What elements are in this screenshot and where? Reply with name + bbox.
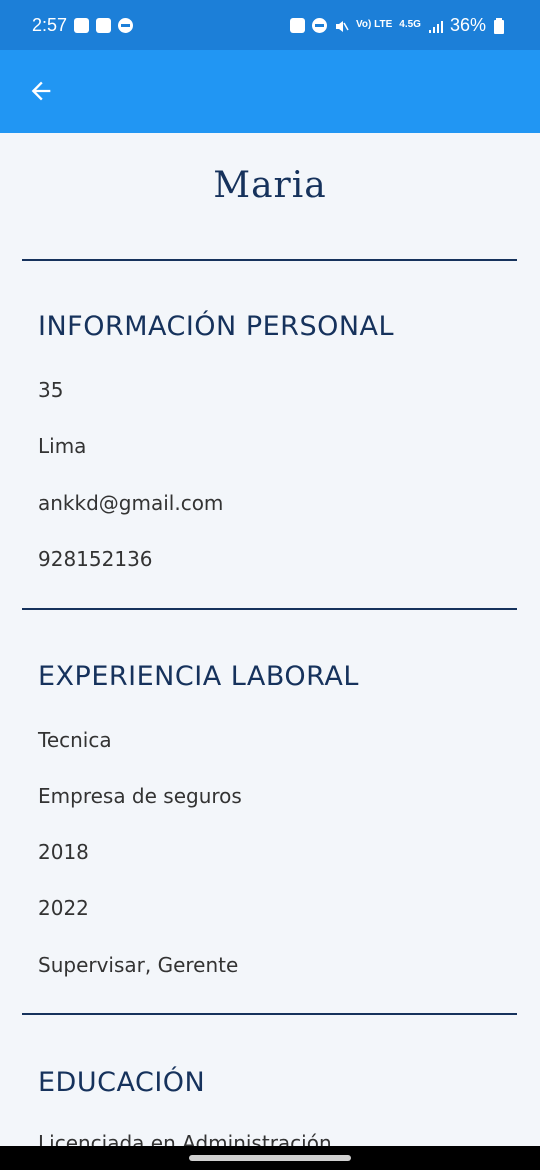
- experience-start-year: 2018: [38, 840, 89, 864]
- profile-name: Maria: [213, 165, 327, 206]
- section-title-experience: EXPERIENCIA LABORAL: [38, 661, 359, 692]
- sim-card-icon: [74, 17, 90, 33]
- experience-end-year: 2022: [38, 896, 89, 920]
- mute-icon: [334, 18, 349, 33]
- do-not-disturb-icon: [118, 17, 134, 33]
- experience-roles: Supervisar, Gerente: [38, 953, 239, 977]
- back-button[interactable]: [20, 70, 62, 112]
- signal-icon: [428, 18, 443, 33]
- nfc-icon: [289, 17, 305, 33]
- app-bar: [0, 50, 540, 133]
- gallery-icon: [96, 17, 112, 33]
- personal-phone: 928152136: [38, 547, 153, 571]
- battery-icon: [493, 17, 508, 34]
- personal-age: 35: [38, 378, 64, 402]
- navigation-bar: [0, 1146, 540, 1170]
- divider: [22, 1013, 517, 1015]
- alarm-icon: [311, 17, 327, 33]
- education-degree: Licenciada en Administración: [38, 1131, 332, 1146]
- experience-company: Empresa de seguros: [38, 784, 242, 808]
- home-indicator[interactable]: [189, 1155, 351, 1161]
- status-left: 2:57: [32, 14, 134, 36]
- personal-city: Lima: [38, 434, 87, 458]
- section-title-education: EDUCACIÓN: [38, 1067, 206, 1098]
- divider: [22, 259, 517, 261]
- arrow-left-icon: [31, 81, 51, 101]
- profile-content[interactable]: Maria INFORMACIÓN PERSONAL 35 Lima ankkd…: [0, 133, 540, 1146]
- network-label: 4.5G: [399, 19, 421, 30]
- section-title-personal: INFORMACIÓN PERSONAL: [38, 311, 395, 342]
- experience-position: Tecnica: [38, 728, 112, 752]
- battery-percent: 36%: [449, 14, 486, 35]
- status-bar: 2:57 Vo) LTE 4.5G 36%: [0, 0, 540, 50]
- status-right: Vo) LTE 4.5G 36%: [289, 14, 508, 36]
- volte-label: Vo) LTE: [355, 19, 393, 30]
- status-time: 2:57: [32, 14, 68, 35]
- personal-email: ankkd@gmail.com: [38, 491, 224, 515]
- divider: [22, 608, 517, 610]
